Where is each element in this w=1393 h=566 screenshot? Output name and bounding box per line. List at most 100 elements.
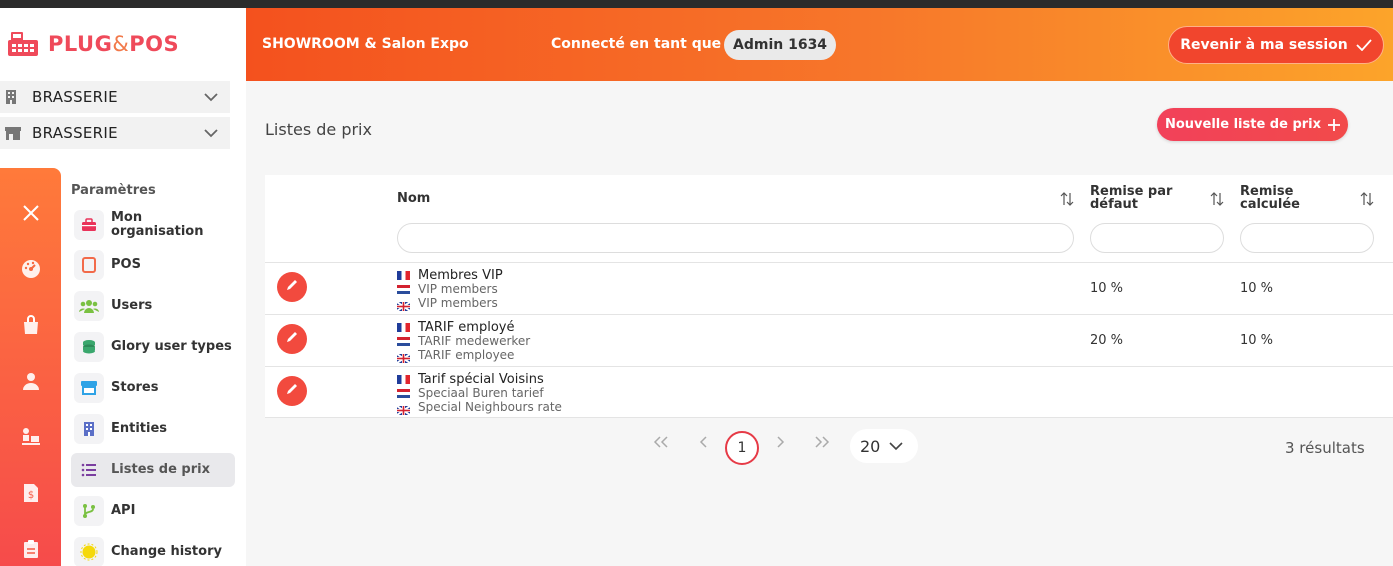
main-content: Listes de prix Nouvelle liste de prix No…: [246, 81, 1393, 566]
user-icon: [21, 371, 41, 395]
chevron-down-icon: [204, 90, 218, 104]
edit-button[interactable]: [277, 272, 307, 302]
table-row[interactable]: Membres VIP VIP members VIP members 10 %…: [265, 262, 1393, 314]
sort-icon[interactable]: [1209, 191, 1225, 207]
column-header-line: calculée: [1240, 197, 1300, 212]
menu-item-users[interactable]: Users: [71, 289, 235, 323]
menu-item-label: Mon organisation: [111, 210, 204, 239]
sort-icon[interactable]: [1059, 191, 1075, 207]
double-chevron-right-icon: [814, 436, 830, 452]
flag-uk-icon: [396, 351, 411, 364]
rail-reports[interactable]: [0, 536, 61, 566]
connected-as-label: Connecté en tant que: [551, 36, 722, 52]
column-header-line: défaut: [1090, 197, 1139, 212]
brand-logo[interactable]: PLUG&POS: [6, 30, 179, 58]
computed-discount-cell: 10 %: [1240, 281, 1274, 296]
store-select[interactable]: BRASSERIE: [0, 117, 230, 149]
menu-item-entities[interactable]: Entities: [71, 412, 235, 446]
page-size-value: 20: [860, 436, 881, 456]
price-tag-icon: $: [22, 483, 40, 507]
chevron-down-icon: [204, 126, 218, 140]
menu-item-change-history[interactable]: Change history: [71, 535, 235, 566]
organization-select[interactable]: BRASSERIE: [0, 81, 230, 113]
flag-fr-icon: [397, 322, 410, 332]
name-cell: Membres VIP VIP members VIP members: [396, 267, 503, 312]
computed-discount-filter-input[interactable]: [1240, 223, 1374, 253]
menu-item-glory-user-types[interactable]: Glory user types: [71, 330, 235, 364]
column-header-remise-defaut[interactable]: Remise par défaut: [1090, 185, 1172, 211]
return-to-session-label: Revenir à ma session: [1180, 37, 1348, 53]
menu-item-pos[interactable]: POS: [71, 248, 235, 282]
computed-discount-cell: 10 %: [1240, 333, 1274, 348]
menu-item-mon-organisation[interactable]: Mon organisation: [71, 206, 235, 244]
new-price-list-button[interactable]: Nouvelle liste de prix: [1157, 108, 1348, 141]
column-header-remise-calculee[interactable]: Remise calculée: [1240, 185, 1300, 211]
name-filter-input[interactable]: [397, 223, 1074, 253]
rail-delivery[interactable]: [0, 424, 61, 454]
name-en: TARIF employee: [418, 348, 515, 362]
rail-pricing[interactable]: $: [0, 480, 61, 510]
list-icon: [74, 455, 104, 485]
pagination: 1 20 3 résultats: [246, 425, 1393, 465]
name-nl: Speciaal Buren tarief: [418, 386, 544, 400]
name-cell: TARIF employé TARIF medewerker TARIF emp…: [396, 320, 530, 364]
table-header: Nom Remise par défaut Remise calculée: [265, 175, 1393, 262]
last-page-button[interactable]: [811, 433, 833, 455]
name-en: VIP members: [418, 296, 498, 310]
brand-name: PLUG&POS: [48, 32, 179, 56]
return-to-session-button[interactable]: Revenir à ma session: [1168, 26, 1384, 64]
sort-icon[interactable]: [1359, 191, 1375, 207]
next-page-button[interactable]: [769, 433, 791, 455]
rail-dashboard[interactable]: [0, 256, 61, 286]
flag-uk-icon: [396, 403, 411, 416]
pencil-icon: [285, 330, 299, 348]
storefront-icon: [74, 373, 104, 403]
default-discount-filter-input[interactable]: [1090, 223, 1224, 253]
flag-nl-icon: [397, 388, 410, 398]
brand-word-2: POS: [129, 32, 180, 56]
table-row[interactable]: TARIF employé TARIF medewerker TARIF emp…: [265, 314, 1393, 366]
brand-amp: &: [112, 32, 130, 56]
flag-nl-icon: [397, 336, 410, 346]
menu-item-listes-de-prix[interactable]: Listes de prix: [71, 453, 235, 487]
results-count: 3 résultats: [1285, 439, 1365, 457]
cash-register-icon: [6, 30, 42, 58]
chevron-left-icon: [699, 436, 709, 452]
menu-item-label: Entities: [111, 421, 168, 436]
rail-users[interactable]: [0, 368, 61, 398]
flag-fr-icon: [397, 270, 410, 280]
store-icon: [4, 125, 21, 141]
users-icon: [74, 291, 104, 321]
sun-icon: [74, 537, 104, 566]
user-badge: Admin 1634: [724, 30, 837, 60]
page-size-select[interactable]: 20: [850, 429, 918, 463]
column-header-nom[interactable]: Nom: [397, 192, 430, 205]
edit-button[interactable]: [277, 324, 307, 354]
close-menu-button[interactable]: [0, 200, 61, 230]
menu-item-label: Users: [111, 298, 153, 313]
menu-item-stores[interactable]: Stores: [71, 371, 235, 405]
current-page[interactable]: 1: [725, 431, 759, 465]
close-icon: [22, 204, 40, 226]
rail-shopping[interactable]: [0, 312, 61, 342]
previous-page-button[interactable]: [693, 433, 715, 455]
brand-word-1: PLUG: [48, 32, 113, 56]
menu-item-label: POS: [111, 257, 141, 272]
name-fr: Tarif spécial Voisins: [418, 371, 544, 387]
edit-button[interactable]: [277, 376, 307, 406]
new-price-list-label: Nouvelle liste de prix: [1164, 117, 1322, 132]
menu-item-label: API: [111, 503, 136, 518]
icon-rail: $: [0, 168, 61, 566]
building-icon: [4, 89, 20, 105]
name-cell: Tarif spécial Voisins Speciaal Buren tar…: [396, 371, 562, 416]
name-fr: Membres VIP: [418, 267, 503, 283]
page-title: Listes de prix: [265, 120, 372, 139]
default-discount-cell: 10 %: [1090, 281, 1124, 296]
first-page-button[interactable]: [650, 433, 672, 455]
table-row[interactable]: Tarif spécial Voisins Speciaal Buren tar…: [265, 366, 1393, 418]
menu-item-label: Glory user types: [111, 339, 232, 354]
chevron-right-icon: [775, 436, 785, 452]
default-discount-cell: 20 %: [1090, 333, 1124, 348]
menu-item-api[interactable]: API: [71, 494, 235, 528]
double-chevron-left-icon: [653, 436, 669, 452]
